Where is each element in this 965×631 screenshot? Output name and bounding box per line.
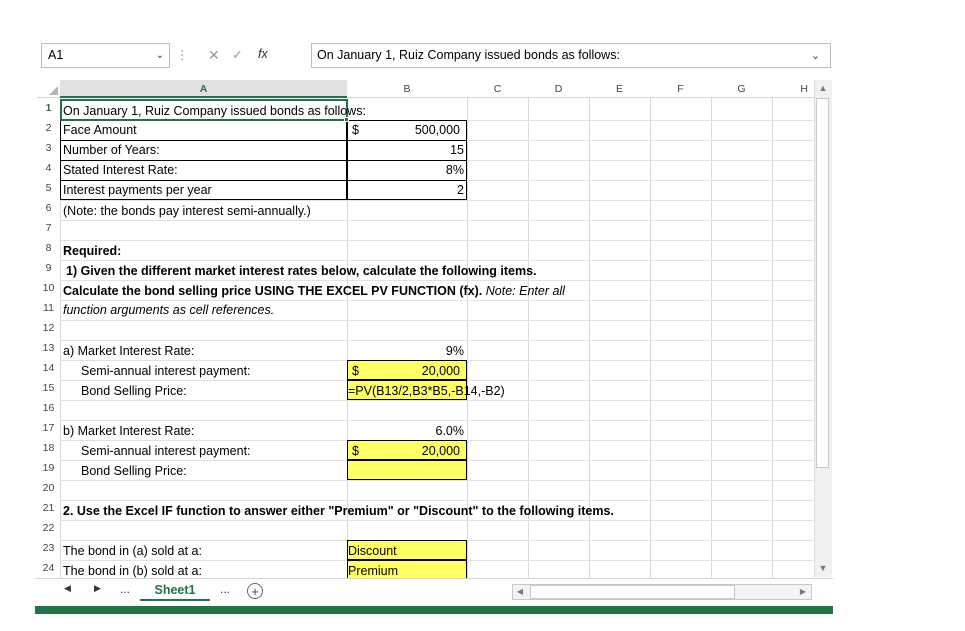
- vertical-scroll-thumb[interactable]: [816, 98, 829, 468]
- row-header[interactable]: 6: [37, 202, 60, 214]
- row-header[interactable]: 23: [37, 542, 60, 554]
- cell-a15[interactable]: Bond Selling Price:: [81, 382, 187, 400]
- row-header[interactable]: 24: [37, 562, 60, 574]
- row-header[interactable]: 19: [37, 462, 60, 474]
- cell-b15[interactable]: =PV(B13/2,B3*B5,-B14,-B2): [348, 382, 505, 400]
- column-header-f[interactable]: F: [650, 80, 711, 98]
- column-header-e[interactable]: E: [589, 80, 650, 98]
- column-header-d[interactable]: D: [528, 80, 589, 98]
- row-header[interactable]: 11: [37, 302, 60, 314]
- cell-b18[interactable]: 20,000: [347, 442, 460, 460]
- scroll-right-icon[interactable]: ▶: [797, 585, 809, 599]
- row-header[interactable]: 5: [37, 182, 60, 194]
- fx-icon[interactable]: fx: [258, 47, 268, 61]
- formula-bar-text: On January 1, Ruiz Company issued bonds …: [317, 48, 620, 62]
- row-header[interactable]: 12: [37, 322, 60, 334]
- row-header[interactable]: 13: [37, 342, 60, 354]
- cell-a1[interactable]: On January 1, Ruiz Company issued bonds …: [63, 102, 366, 120]
- cell-a4[interactable]: Stated Interest Rate:: [63, 161, 178, 179]
- row-header[interactable]: 2: [37, 122, 60, 134]
- more-sheets-right[interactable]: ...: [220, 582, 230, 596]
- row-header[interactable]: 14: [37, 362, 60, 374]
- cell-b5[interactable]: 2: [347, 181, 464, 199]
- cell-a23[interactable]: The bond in (a) sold at a:: [63, 542, 202, 560]
- row-header[interactable]: 8: [37, 242, 60, 254]
- cell-a6[interactable]: (Note: the bonds pay interest semi-annua…: [63, 202, 311, 220]
- cell-b23[interactable]: Discount: [348, 542, 397, 560]
- cell-b13[interactable]: 9%: [347, 342, 464, 360]
- row-header[interactable]: 10: [37, 282, 60, 294]
- row-header[interactable]: 22: [37, 522, 60, 534]
- cell-a8[interactable]: Required:: [63, 242, 121, 260]
- cell-a17[interactable]: b) Market Interest Rate:: [63, 422, 194, 440]
- cell-a9[interactable]: 1) Given the different market interest r…: [66, 262, 537, 280]
- row-header[interactable]: 21: [37, 502, 60, 514]
- name-box-value: A1: [48, 48, 64, 62]
- cell-a2[interactable]: Face Amount: [63, 121, 137, 139]
- cell-a13[interactable]: a) Market Interest Rate:: [63, 342, 194, 360]
- row-header[interactable]: 16: [37, 402, 60, 414]
- cell-b3[interactable]: 15: [347, 141, 464, 159]
- more-sheets-left[interactable]: ...: [120, 582, 130, 596]
- cell-a14[interactable]: Semi-annual interest payment:: [81, 362, 251, 380]
- cell-b17[interactable]: 6.0%: [347, 422, 465, 440]
- formula-bar[interactable]: On January 1, Ruiz Company issued bonds …: [311, 43, 831, 68]
- cell-a10-bold-text: Calculate the bond selling price USING T…: [63, 284, 483, 298]
- cell-a19[interactable]: Bond Selling Price:: [81, 462, 187, 480]
- prev-sheet-icon[interactable]: ◀: [64, 583, 71, 594]
- cell-b4[interactable]: 8%: [347, 161, 464, 179]
- more-icon[interactable]: ⋮: [176, 47, 189, 62]
- formula-bar-buttons: ⋮ ✕ ✓ fx: [176, 44, 306, 68]
- column-header-b[interactable]: B: [347, 80, 467, 98]
- cell-a18[interactable]: Semi-annual interest payment:: [81, 442, 251, 460]
- sheet-tab-sheet1[interactable]: Sheet1: [140, 579, 210, 601]
- chevron-down-icon[interactable]: ⌄: [811, 49, 820, 62]
- add-sheet-icon[interactable]: +: [247, 583, 263, 599]
- name-box[interactable]: A1 ⌄: [41, 43, 170, 68]
- row-header[interactable]: 18: [37, 442, 60, 454]
- cell-b14[interactable]: 20,000: [347, 362, 460, 380]
- cell-a3[interactable]: Number of Years:: [63, 141, 160, 159]
- enter-icon[interactable]: ✓: [232, 47, 243, 63]
- row-header[interactable]: 9: [37, 262, 60, 274]
- next-sheet-icon[interactable]: ▶: [94, 583, 101, 594]
- column-header-c[interactable]: C: [467, 80, 528, 98]
- scroll-left-icon[interactable]: ◀: [514, 585, 526, 599]
- cell-a10[interactable]: Calculate the bond selling price USING T…: [63, 282, 565, 300]
- row-header[interactable]: 3: [37, 142, 60, 154]
- column-header-h[interactable]: H: [772, 80, 814, 98]
- horizontal-scroll-thumb[interactable]: [530, 585, 735, 599]
- row-header[interactable]: 17: [37, 422, 60, 434]
- status-bar: [35, 606, 833, 614]
- row-header[interactable]: 15: [37, 382, 60, 394]
- row-header[interactable]: 1: [37, 102, 60, 114]
- row-header[interactable]: 7: [37, 222, 60, 234]
- cell-a21[interactable]: 2. Use the Excel IF function to answer e…: [63, 502, 614, 520]
- row-header[interactable]: 20: [37, 482, 60, 494]
- row-header[interactable]: 4: [37, 162, 60, 174]
- cell-a11[interactable]: function arguments as cell references.: [63, 301, 274, 319]
- scroll-up-icon[interactable]: ▲: [816, 81, 830, 95]
- scroll-down-icon[interactable]: ▼: [816, 561, 830, 575]
- cell-a5[interactable]: Interest payments per year: [63, 181, 212, 199]
- column-header-a[interactable]: A: [60, 80, 347, 98]
- column-header-g[interactable]: G: [711, 80, 772, 98]
- chevron-down-icon[interactable]: ⌄: [156, 50, 164, 61]
- cancel-icon[interactable]: ✕: [208, 47, 220, 64]
- cell-a10-note: Note: Enter all: [482, 284, 565, 298]
- cell-b2[interactable]: 500,000: [347, 121, 460, 139]
- select-all-corner[interactable]: [37, 80, 60, 98]
